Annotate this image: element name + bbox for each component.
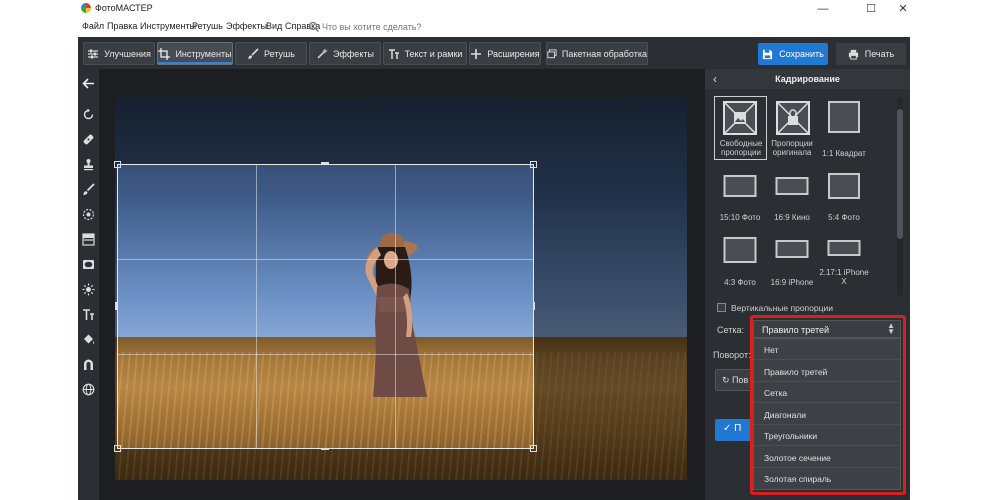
preset-15-10[interactable]: 15:10 Фото [715, 169, 765, 229]
brush-icon [248, 47, 259, 59]
grid-line [118, 354, 533, 355]
tab-effects-label: Эффекты [333, 48, 374, 59]
preset-label: 5:4 Фото [828, 213, 860, 222]
vertical-proportions-label: Вертикальные пропорции [731, 303, 833, 313]
highlight-box [750, 315, 906, 495]
crop-handle-bottom-right[interactable] [530, 445, 537, 452]
magic-wand-icon [317, 47, 329, 59]
apply-button-label: ✓ П [723, 423, 742, 434]
main-toolbar: Улучшения Инструменты Ретушь Эффекты Тек… [78, 37, 910, 69]
lock-ratio-icon [776, 101, 810, 135]
vertical-proportions-checkbox[interactable] [717, 303, 726, 312]
gradient-filter-icon[interactable] [81, 232, 96, 247]
crop-handle-right[interactable] [533, 302, 535, 310]
text-icon [388, 48, 399, 59]
panel-header: ‹ Кадрирование [705, 69, 910, 89]
title-bar: ФотоМАСТЕР — ☐ ✕ [78, 0, 910, 17]
menu-tools[interactable]: Инструменты [140, 21, 196, 31]
preset-label: 16:9 iPhone [770, 278, 814, 287]
tab-tools-label: Инструменты [175, 48, 232, 59]
menu-bar: Файл Правка Инструменты Ретушь Эффекты В… [78, 17, 910, 37]
text-icon[interactable] [81, 307, 96, 322]
tab-enhancements-label: Улучшения [104, 48, 151, 59]
grid-label: Сетка: [717, 325, 744, 335]
left-tool-strip [78, 69, 99, 500]
stamp-icon[interactable] [81, 157, 96, 172]
minimize-button[interactable]: — [808, 0, 838, 17]
vignette-icon[interactable] [81, 257, 96, 272]
menu-edit[interactable]: Правка [107, 21, 137, 31]
batch-icon [547, 48, 557, 58]
rotate-button[interactable]: ↻ Пов [715, 369, 753, 391]
crop-handle-bottom-left[interactable] [114, 445, 121, 452]
back-arrow-icon[interactable] [81, 76, 96, 91]
maximize-button[interactable]: ☐ [856, 0, 886, 17]
grid-line [256, 165, 257, 448]
tab-retouch[interactable]: Ретушь [235, 42, 307, 65]
save-button[interactable]: Сохранить [758, 43, 828, 65]
crop-handle-left[interactable] [115, 302, 117, 310]
preset-4-3[interactable]: 4:3 Фото [715, 234, 765, 294]
globe-icon[interactable] [81, 382, 96, 397]
preset-label: 2.17:1 iPhone X [819, 268, 869, 286]
crop-handle-bottom[interactable] [321, 448, 329, 450]
grid-line [118, 259, 533, 260]
rotate-icon: ↻ [722, 375, 733, 385]
save-button-label: Сохранить [779, 49, 824, 59]
window-title: ФотоМАСТЕР [95, 3, 153, 13]
grid-line [395, 165, 396, 448]
tab-batch-processing[interactable]: Пакетная обработка [546, 42, 648, 65]
crop-handle-top-left[interactable] [114, 161, 121, 168]
printer-icon [848, 49, 858, 60]
plus-icon [471, 48, 482, 59]
app-logo-icon [81, 3, 91, 13]
radial-filter-icon[interactable] [81, 207, 96, 222]
crop-icon [158, 47, 171, 60]
tab-enhancements[interactable]: Улучшения [83, 42, 155, 65]
brush-icon[interactable] [81, 182, 96, 197]
menu-file[interactable]: Файл [82, 21, 104, 31]
rotate-button-label: Пов [732, 375, 749, 385]
apply-button[interactable]: ✓ П [715, 419, 753, 441]
menu-retouch[interactable]: Ретушь [192, 21, 223, 31]
preset-16-9-cinema[interactable]: 16:9 Кино [767, 169, 817, 229]
menu-view[interactable]: Вид [266, 21, 282, 31]
preset-original[interactable]: Пропорции оригинала [767, 97, 817, 157]
preset-5-4[interactable]: 5:4 Фото [819, 169, 869, 229]
tab-batch-processing-label: Пакетная обработка [561, 48, 647, 59]
preset-16-9-iphone[interactable]: 16:9 iPhone [767, 234, 817, 294]
tab-text-frames-label: Текст и рамки [404, 48, 463, 59]
tab-text-frames[interactable]: Текст и рамки [383, 42, 467, 65]
tab-extensions-label: Расширения [487, 48, 540, 59]
preset-free[interactable]: Свободные пропорции [714, 96, 767, 160]
sun-icon[interactable] [81, 282, 96, 297]
panel-scrollbar-thumb[interactable] [897, 109, 903, 239]
print-button-label: Печать [864, 49, 895, 59]
tab-retouch-label: Ретушь [264, 48, 295, 59]
crop-handle-top[interactable] [321, 162, 329, 164]
preset-iphone-x[interactable]: 2.17:1 iPhone X [819, 234, 869, 294]
crop-handle-top-right[interactable] [530, 161, 537, 168]
tab-tools[interactable]: Инструменты [157, 42, 233, 65]
tab-extensions[interactable]: Расширения [469, 42, 541, 65]
panel-title: Кадрирование [775, 74, 840, 84]
tab-effects[interactable]: Эффекты [309, 42, 381, 65]
magnet-icon[interactable] [81, 357, 96, 372]
floppy-disk-icon [763, 49, 773, 59]
preset-label: 1:1 Квадрат [822, 149, 866, 158]
rotate-icon[interactable] [81, 107, 96, 122]
search-icon [308, 21, 319, 32]
healing-patch-icon[interactable] [81, 132, 96, 147]
crop-frame[interactable] [117, 164, 534, 449]
sliders-icon [88, 49, 99, 58]
fill-bucket-icon[interactable] [81, 332, 96, 347]
print-button[interactable]: Печать [836, 43, 906, 65]
search-input[interactable] [322, 20, 502, 33]
preset-square[interactable]: 1:1 Квадрат [819, 97, 869, 158]
free-ratio-icon [723, 101, 757, 135]
rotation-label: Поворот: [713, 350, 751, 360]
menu-effects[interactable]: Эффекты [226, 21, 267, 31]
